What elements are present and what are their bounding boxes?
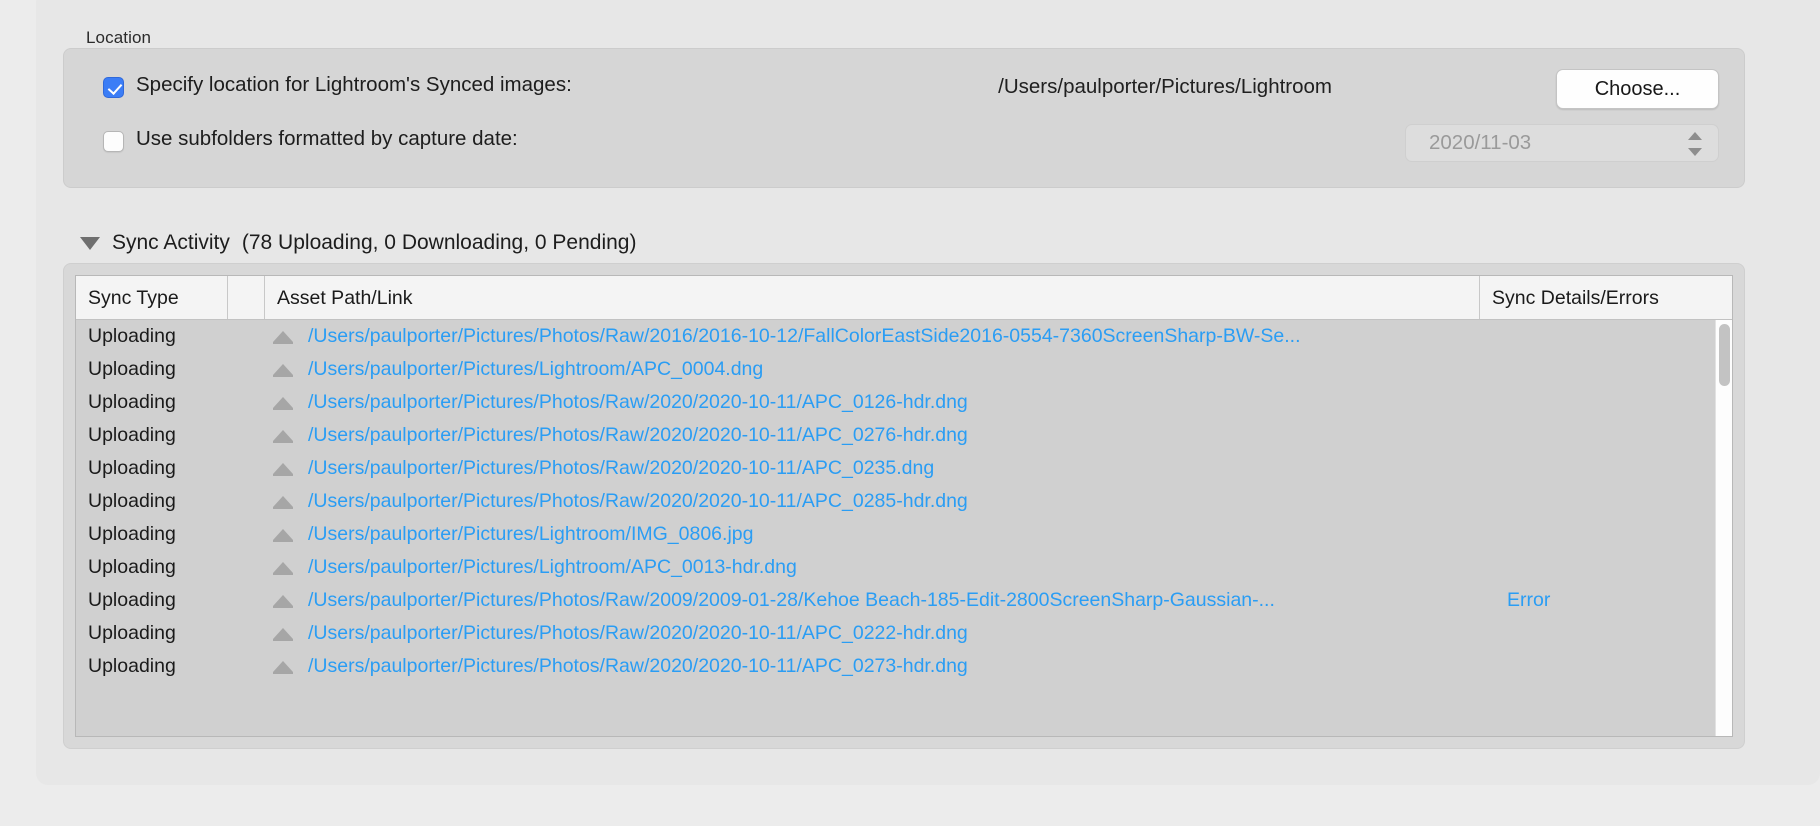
table-row[interactable]: Uploading/Users/paulporter/Pictures/Phot… [76,386,1732,419]
cell-asset-path-link[interactable]: /Users/paulporter/Pictures/Photos/Raw/20… [302,325,1507,348]
cell-sync-type: Uploading [88,490,176,512]
specify-location-checkbox[interactable] [103,77,124,98]
upload-triangle-icon [273,562,293,575]
synced-images-path: /Users/paulporter/Pictures/Lightroom [998,75,1332,98]
cell-asset-path-link[interactable]: /Users/paulporter/Pictures/Photos/Raw/20… [302,424,1507,447]
upload-triangle-icon [273,661,293,674]
cell-sync-icon [264,595,302,608]
location-panel: Specify location for Lightroom's Synced … [63,48,1745,188]
cell-sync-type: Uploading [88,556,176,578]
use-subfolders-row: Use subfolders formatted by capture date… [64,124,1744,162]
sync-activity-table: Sync Type Asset Path/Link Sync Details/E… [75,275,1733,737]
cell-sync-type: Uploading [88,589,176,611]
choose-button[interactable]: Choose... [1556,69,1719,109]
cell-sync-type: Uploading [88,523,176,545]
sync-activity-counts: (78 Uploading, 0 Downloading, 0 Pending) [241,231,637,254]
table-scrollbar[interactable] [1715,320,1732,736]
cell-sync-icon [264,529,302,542]
disclosure-triangle-icon[interactable] [80,236,100,250]
cell-sync-icon [264,562,302,575]
cell-sync-icon [264,397,302,410]
date-format-value: 2020/11-03 [1429,131,1532,154]
chevron-down-icon[interactable] [1688,148,1702,156]
cell-asset-path-link[interactable]: /Users/paulporter/Pictures/Lightroom/APC… [302,358,1507,381]
column-header-asset-path[interactable]: Asset Path/Link [264,276,1479,319]
cell-asset-path-link[interactable]: /Users/paulporter/Pictures/Photos/Raw/20… [302,457,1507,480]
cell-sync-icon [264,661,302,674]
sync-activity-panel: Sync Type Asset Path/Link Sync Details/E… [63,263,1745,749]
table-row[interactable]: Uploading/Users/paulporter/Pictures/Ligh… [76,518,1732,551]
upload-triangle-icon [273,430,293,443]
preferences-dialog: Location Specify location for Lightroom'… [0,0,1820,826]
cell-asset-path-link[interactable]: /Users/paulporter/Pictures/Photos/Raw/20… [302,391,1507,414]
upload-triangle-icon [273,397,293,410]
upload-triangle-icon [273,595,293,608]
sync-activity-title: Sync Activity [112,231,230,254]
upload-triangle-icon [273,496,293,509]
cell-asset-path-link[interactable]: /Users/paulporter/Pictures/Lightroom/APC… [302,556,1507,579]
cell-sync-icon [264,628,302,641]
upload-triangle-icon [273,529,293,542]
table-row[interactable]: Uploading/Users/paulporter/Pictures/Ligh… [76,551,1732,584]
cell-sync-type: Uploading [88,325,176,347]
cell-sync-icon [264,463,302,476]
cell-sync-type: Uploading [88,424,176,446]
cell-sync-icon [264,430,302,443]
column-header-icon[interactable] [227,276,264,319]
specify-location-row: Specify location for Lightroom's Synced … [64,69,1744,109]
use-subfolders-label: Use subfolders formatted by capture date… [136,127,518,150]
upload-triangle-icon [273,364,293,377]
cell-sync-type: Uploading [88,622,176,644]
table-row[interactable]: Uploading/Users/paulporter/Pictures/Phot… [76,452,1732,485]
column-header-sync-type[interactable]: Sync Type [76,276,227,319]
table-row[interactable]: Uploading/Users/paulporter/Pictures/Phot… [76,584,1732,617]
table-row[interactable]: Uploading/Users/paulporter/Pictures/Phot… [76,617,1732,650]
table-row[interactable]: Uploading/Users/paulporter/Pictures/Phot… [76,485,1732,518]
cell-sync-icon [264,364,302,377]
table-row[interactable]: Uploading/Users/paulporter/Pictures/Phot… [76,320,1732,353]
cell-sync-type: Uploading [88,655,176,677]
cell-sync-type: Uploading [88,358,176,380]
table-body: Uploading/Users/paulporter/Pictures/Phot… [76,320,1732,736]
cell-asset-path-link[interactable]: /Users/paulporter/Pictures/Photos/Raw/20… [302,589,1507,612]
cell-asset-path-link[interactable]: /Users/paulporter/Pictures/Photos/Raw/20… [302,655,1507,678]
table-row[interactable]: Uploading/Users/paulporter/Pictures/Phot… [76,419,1732,452]
cell-asset-path-link[interactable]: /Users/paulporter/Pictures/Photos/Raw/20… [302,490,1507,513]
cell-asset-path-link[interactable]: /Users/paulporter/Pictures/Photos/Raw/20… [302,622,1507,645]
table-row[interactable]: Uploading/Users/paulporter/Pictures/Phot… [76,650,1732,683]
column-header-sync-details[interactable]: Sync Details/Errors [1479,276,1732,319]
sync-activity-header[interactable]: Sync Activity (78 Uploading, 0 Downloadi… [80,228,636,258]
upload-triangle-icon [273,463,293,476]
cell-sync-detail[interactable]: Error [1507,589,1732,612]
stepper-arrows-icon[interactable] [1688,131,1704,157]
cell-sync-icon [264,496,302,509]
specify-location-label: Specify location for Lightroom's Synced … [136,73,572,96]
chevron-up-icon[interactable] [1688,132,1702,140]
table-scrollbar-thumb[interactable] [1719,324,1730,386]
cell-sync-type: Uploading [88,457,176,479]
cell-sync-type: Uploading [88,391,176,413]
upload-triangle-icon [273,628,293,641]
use-subfolders-checkbox[interactable] [103,131,124,152]
table-header-row: Sync Type Asset Path/Link Sync Details/E… [76,276,1732,320]
cell-sync-icon [264,331,302,344]
upload-triangle-icon [273,331,293,344]
cell-asset-path-link[interactable]: /Users/paulporter/Pictures/Lightroom/IMG… [302,523,1507,546]
date-format-stepper[interactable]: 2020/11-03 [1405,124,1719,162]
location-section-label: Location [86,28,152,47]
table-row[interactable]: Uploading/Users/paulporter/Pictures/Ligh… [76,353,1732,386]
